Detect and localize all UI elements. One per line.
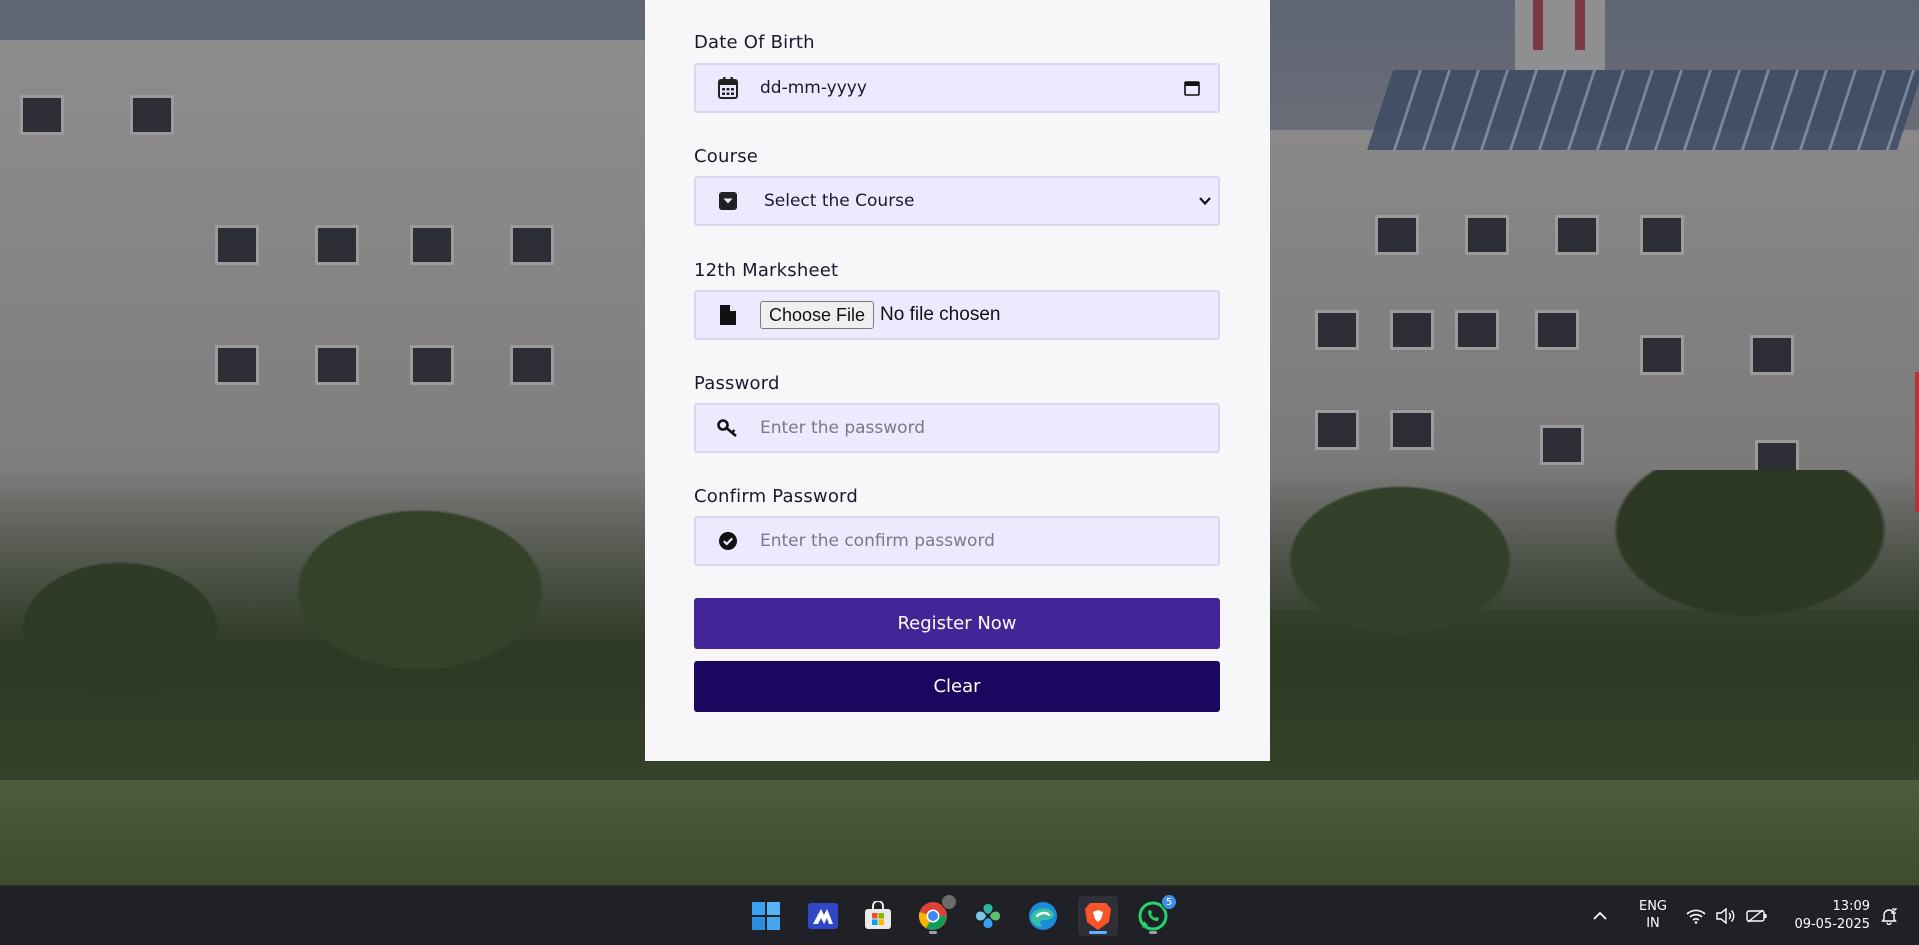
wifi-icon[interactable] [1686,886,1706,945]
battery-icon[interactable] [1746,886,1768,945]
check-circle-icon [696,518,760,564]
dob-value: dd-mm-yyyy [760,78,867,98]
edge-icon[interactable] [1023,896,1063,936]
language-region: IN [1646,916,1660,931]
course-label: Course [694,146,759,167]
volume-icon[interactable] [1716,886,1736,945]
notification-bell-icon[interactable] [1880,886,1898,945]
show-hidden-icons-chevron-icon[interactable] [1592,886,1608,945]
brave-icon[interactable] [1078,896,1118,936]
calendar-icon [696,65,760,111]
registration-form-card: Date Of Birth dd-mm-yyyy Course Select t… [645,0,1270,761]
language-code: ENG [1638,899,1667,914]
dob-field[interactable]: dd-mm-yyyy [694,63,1220,113]
clock-time: 13:09 [1832,899,1870,914]
password-placeholder: Enter the password [760,418,926,438]
app-icon[interactable] [803,896,843,936]
course-select[interactable]: Select the Course [694,176,1220,226]
date-picker-icon[interactable] [1184,80,1200,96]
chrome-icon[interactable] [913,894,957,936]
start-icon[interactable] [746,896,786,936]
taskbar: 5 ENG IN 13:09 09-05-2025 [0,885,1919,945]
marksheet-label: 12th Marksheet [694,260,839,281]
marksheet-file-field: Choose File No file chosen [694,290,1220,340]
register-now-button[interactable]: Register Now [694,598,1220,649]
course-selected-value: Select the Course [764,191,915,211]
confirm-password-placeholder: Enter the confirm password [760,531,995,551]
key-icon [696,405,760,451]
choose-file-button[interactable]: Choose File [760,301,875,329]
clear-button[interactable]: Clear [694,661,1220,712]
clock-date: 09-05-2025 [1794,917,1870,932]
dropdown-box-icon [696,178,760,224]
password-label: Password [694,373,780,394]
language-indicator[interactable]: ENG IN [1633,898,1673,932]
confirm-password-label: Confirm Password [694,486,858,507]
clock[interactable]: 13:09 09-05-2025 [1780,898,1870,934]
confirm-password-field[interactable]: Enter the confirm password [694,516,1220,566]
whatsapp-icon[interactable]: 5 [1133,894,1177,936]
chrome-profile-badge [941,894,957,910]
file-icon [696,292,760,338]
whatsapp-unread-badge: 5 [1161,894,1177,910]
chevron-down-icon [1198,196,1212,206]
dob-label: Date Of Birth [694,32,815,53]
file-status: No file chosen [880,304,1001,325]
password-field[interactable]: Enter the password [694,403,1220,453]
photos-icon[interactable] [968,896,1008,936]
microsoft-store-icon[interactable] [858,896,898,936]
